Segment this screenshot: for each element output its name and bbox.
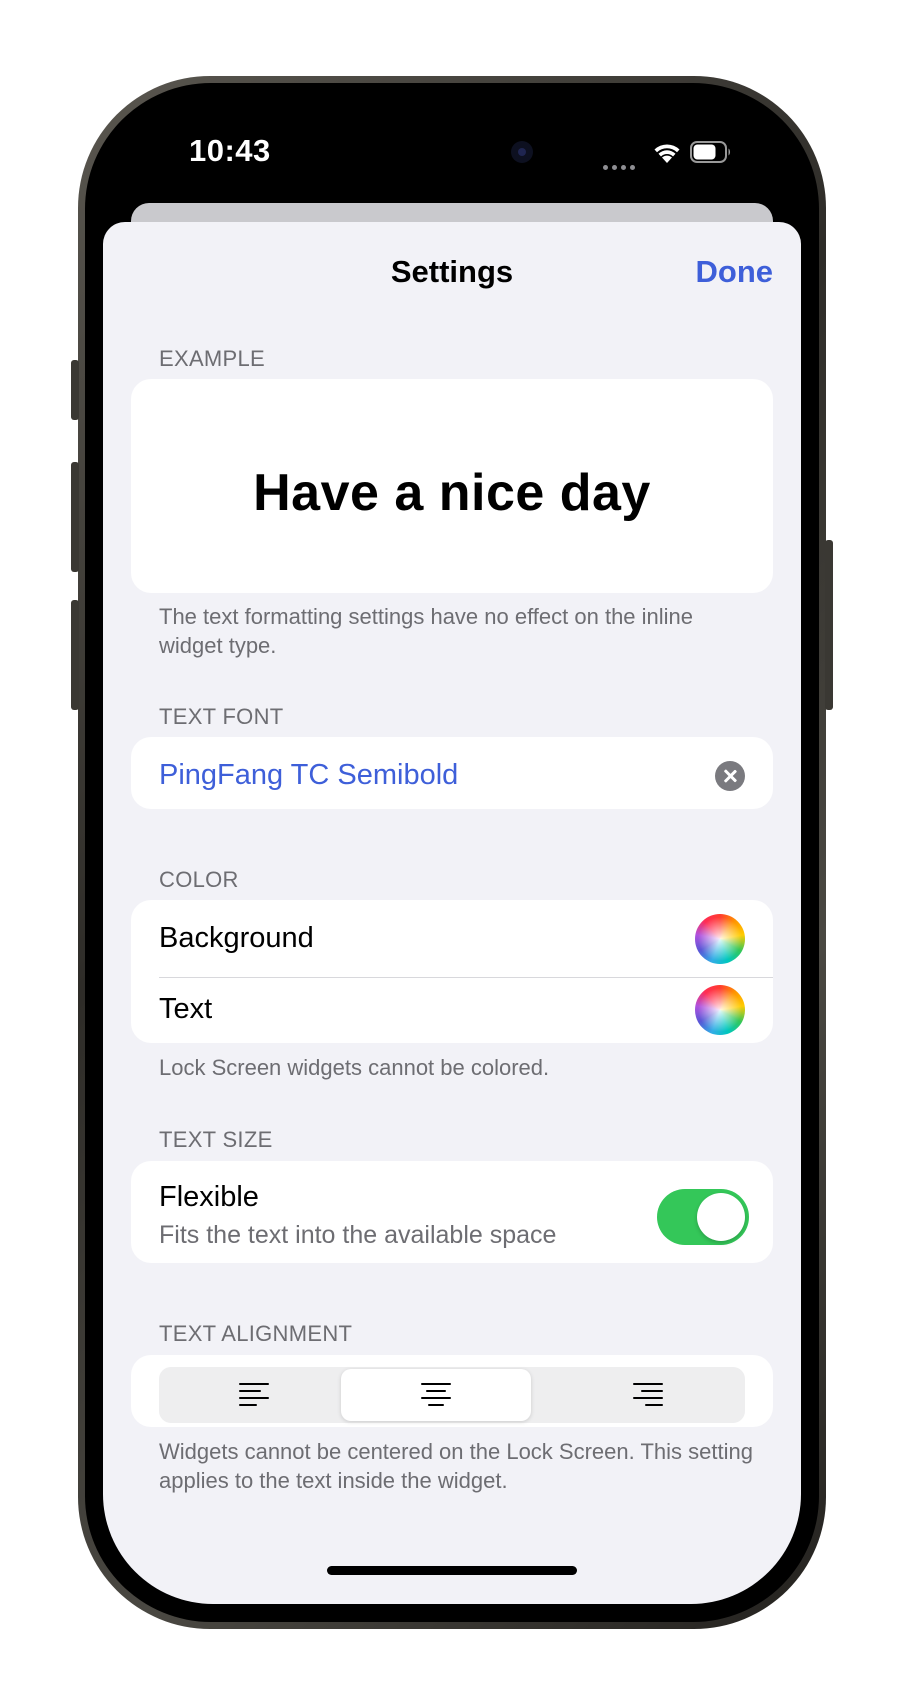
color-row-label: Background bbox=[159, 922, 314, 954]
status-time: 10:43 bbox=[189, 133, 271, 168]
flexible-title: Flexible bbox=[159, 1181, 259, 1213]
cellular-signal-icon bbox=[603, 157, 639, 175]
text-font-section-header: TEXT FONT bbox=[159, 704, 284, 729]
front-camera bbox=[511, 141, 533, 163]
color-wheel-icon[interactable] bbox=[695, 985, 745, 1035]
example-footer-note: The text formatting settings have no eff… bbox=[159, 604, 694, 658]
done-button[interactable]: Done bbox=[696, 254, 774, 290]
color-wheel-icon[interactable] bbox=[695, 914, 745, 964]
alignment-segmented-control bbox=[159, 1367, 745, 1423]
color-row-label: Text bbox=[159, 993, 213, 1025]
font-name-value[interactable]: PingFang TC Semibold bbox=[159, 759, 458, 792]
text-alignment-section-header: TEXT ALIGNMENT bbox=[159, 1321, 353, 1346]
status-bar: 10:43 bbox=[103, 101, 801, 201]
align-center-icon bbox=[421, 1383, 451, 1406]
toggle-knob bbox=[697, 1193, 745, 1241]
text-size-card: Flexible Fits the text into the availabl… bbox=[131, 1161, 773, 1263]
color-footer-note: Lock Screen widgets cannot be colored. bbox=[159, 1055, 550, 1080]
color-row-background[interactable]: Background bbox=[131, 900, 773, 978]
color-row-text[interactable]: Text bbox=[131, 971, 773, 1043]
text-font-row[interactable]: PingFang TC Semibold bbox=[131, 737, 773, 809]
power-button bbox=[825, 540, 833, 710]
align-right-button[interactable] bbox=[553, 1369, 743, 1421]
color-section-header: COLOR bbox=[159, 867, 239, 892]
color-card: Background Text bbox=[131, 900, 773, 1043]
example-preview-card: Have a nice day bbox=[131, 379, 773, 593]
example-section-header: EXAMPLE bbox=[159, 346, 266, 371]
align-center-button[interactable] bbox=[341, 1369, 531, 1421]
text-size-section-header: TEXT SIZE bbox=[159, 1127, 273, 1152]
align-left-button[interactable] bbox=[159, 1369, 349, 1421]
align-right-icon bbox=[633, 1383, 663, 1406]
action-button bbox=[71, 360, 79, 420]
volume-down-button bbox=[71, 600, 79, 710]
volume-up-button bbox=[71, 462, 79, 572]
flexible-subtitle: Fits the text into the available space bbox=[159, 1221, 557, 1249]
clear-font-icon[interactable] bbox=[715, 761, 745, 791]
text-alignment-card bbox=[131, 1355, 773, 1427]
settings-sheet: Settings Done EXAMPLE Have a nice day Th… bbox=[103, 222, 801, 1604]
wifi-icon bbox=[654, 144, 680, 163]
alignment-footer-note: Widgets cannot be centered on the Lock S… bbox=[159, 1439, 753, 1493]
align-left-icon bbox=[239, 1383, 269, 1406]
screen: 10:43 Settings Done EXAMPLE Have a nice … bbox=[103, 101, 801, 1604]
home-indicator[interactable] bbox=[327, 1566, 577, 1575]
example-preview-text: Have a nice day bbox=[253, 464, 651, 522]
flexible-toggle[interactable] bbox=[657, 1189, 749, 1245]
battery-icon bbox=[690, 141, 731, 163]
